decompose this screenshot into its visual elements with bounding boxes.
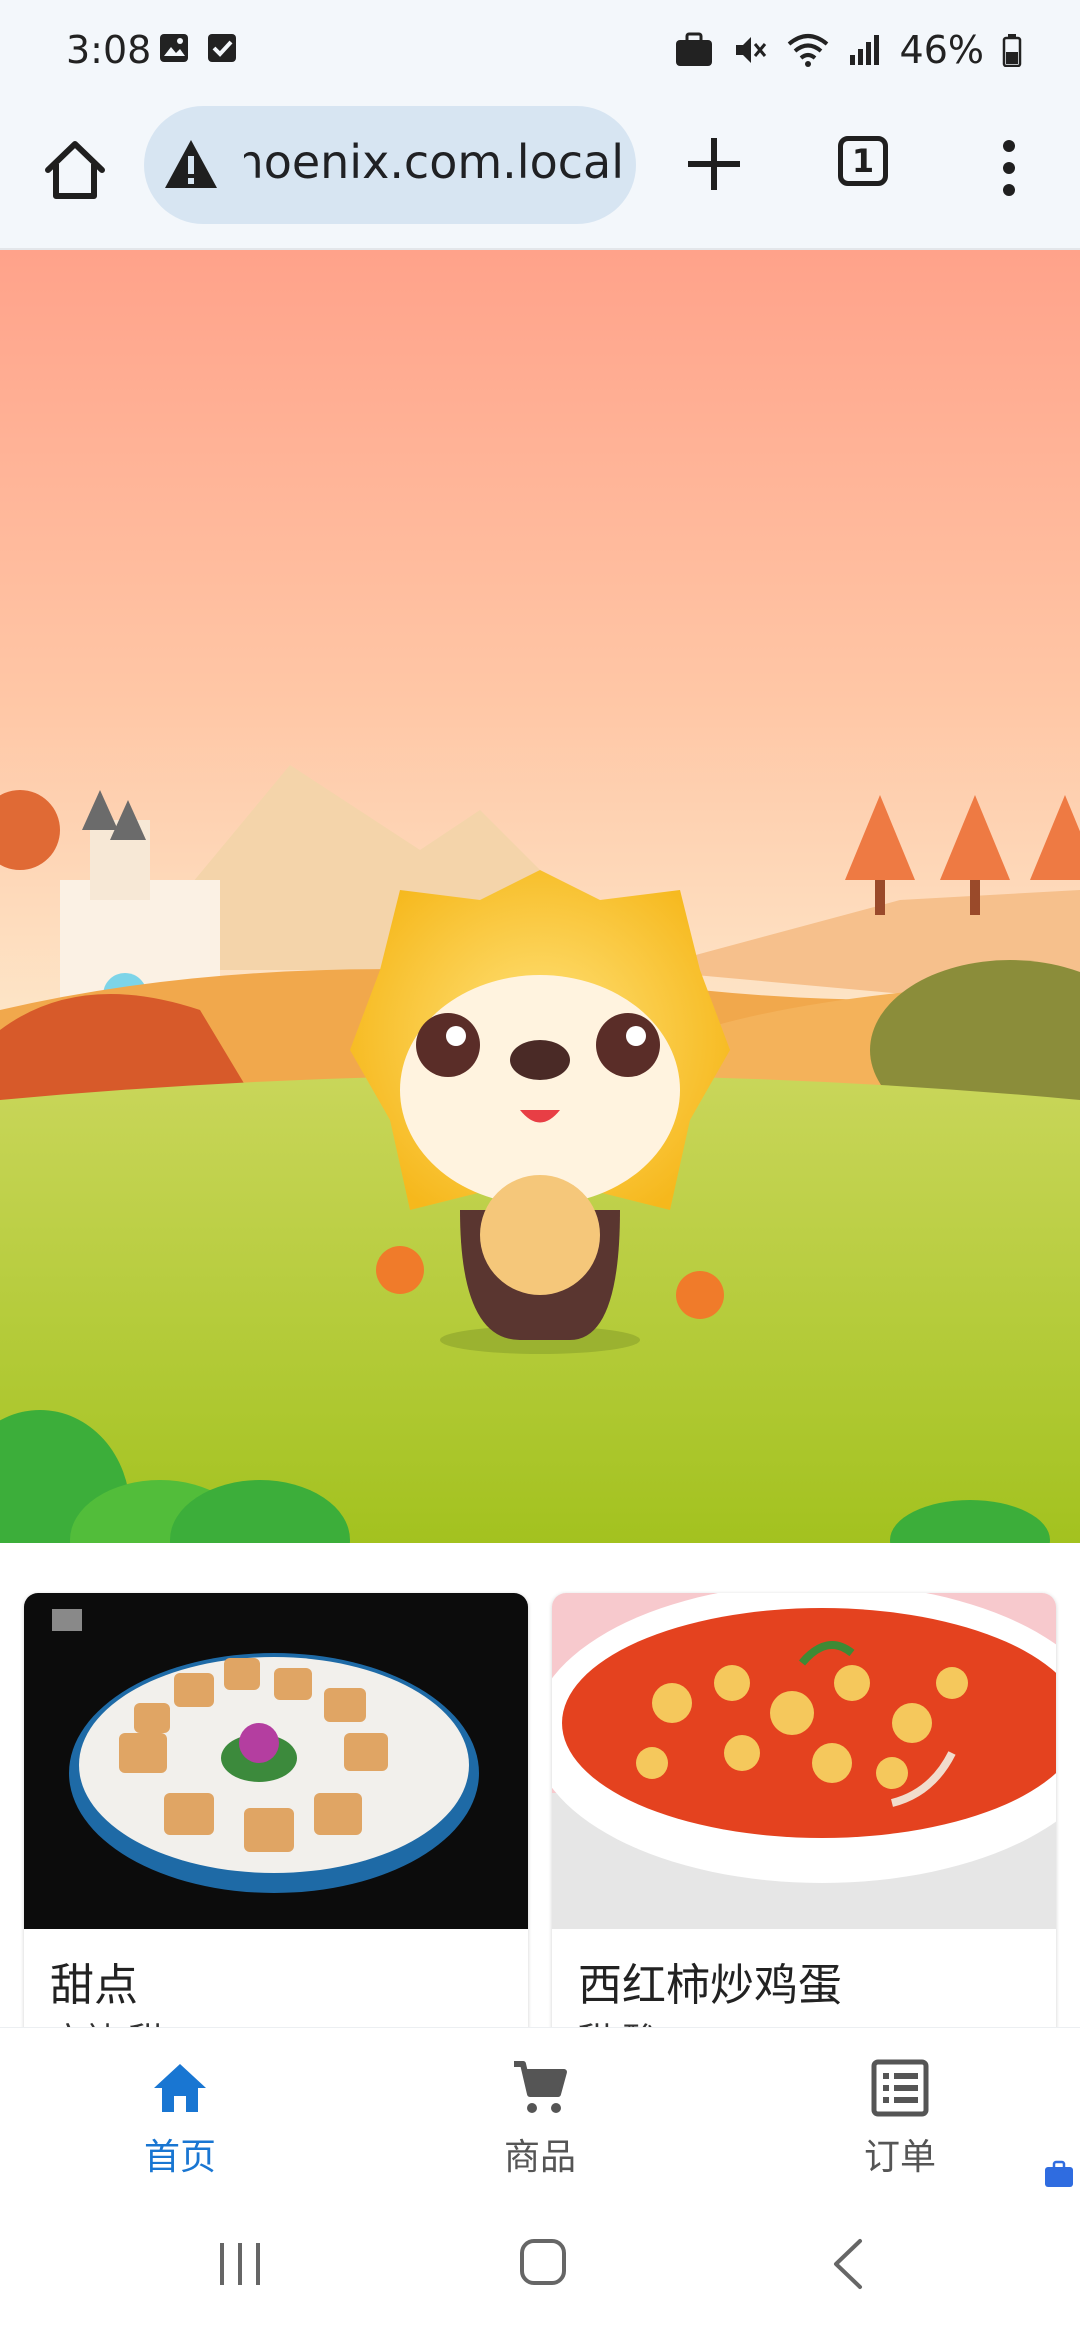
status-time: 3:08 xyxy=(66,28,152,72)
bottom-navigation: 首页 商品 订单 xyxy=(0,2027,1080,2188)
image-icon xyxy=(160,34,188,62)
address-bar[interactable]: phoenix.com.local xyxy=(144,106,636,224)
checkbox-icon xyxy=(208,34,236,62)
home-button[interactable] xyxy=(38,134,112,208)
nav-tab-goods[interactable]: 商品 xyxy=(440,2028,640,2188)
system-navigation-bar xyxy=(0,2187,1080,2340)
status-bar: 3:08 46% xyxy=(0,0,1080,100)
product-card[interactable]: 甜点 麻辣,甜 xyxy=(24,1593,528,2027)
product-title: 甜点 xyxy=(50,1960,138,2011)
wifi-icon xyxy=(787,34,828,67)
back-button[interactable] xyxy=(828,2237,868,2291)
product-subtitle: 麻辣,甜 xyxy=(50,2013,163,2027)
signal-icon xyxy=(849,35,879,65)
home-icon xyxy=(154,2064,206,2112)
warning-icon[interactable] xyxy=(162,136,220,194)
battery-percent: 46% xyxy=(899,28,984,72)
nav-label-orders: 订单 xyxy=(863,2137,936,2178)
nav-tab-orders[interactable]: 订单 xyxy=(800,2028,1000,2188)
product-subtitle: 甜,酸 xyxy=(578,2013,657,2027)
battery-icon xyxy=(1002,34,1022,67)
more-menu-icon[interactable] xyxy=(994,138,1024,198)
briefcase-icon xyxy=(675,32,712,66)
recents-button[interactable] xyxy=(214,2239,266,2289)
browser-toolbar: phoenix.com.local 1 xyxy=(0,100,1080,250)
tab-switcher-button[interactable]: 1 xyxy=(838,136,888,186)
url-text[interactable]: phoenix.com.local xyxy=(244,135,624,189)
list-icon xyxy=(871,2059,929,2117)
product-card[interactable]: 西红柿炒鸡蛋 甜,酸 xyxy=(552,1593,1056,2027)
mute-icon xyxy=(735,37,766,63)
new-tab-button[interactable] xyxy=(684,134,744,194)
hero-banner[interactable] xyxy=(0,250,1080,1543)
product-image xyxy=(552,1593,1056,1929)
hero-illustration xyxy=(0,250,1080,1543)
product-image xyxy=(24,1593,528,1929)
work-profile-icon xyxy=(1045,2160,1073,2187)
system-home-button[interactable] xyxy=(518,2237,568,2287)
product-grid: 甜点 麻辣,甜 西红柿炒鸡蛋 甜,酸 xyxy=(0,1543,1080,2027)
cart-icon xyxy=(514,2061,567,2113)
product-title: 西红柿炒鸡蛋 xyxy=(578,1960,842,2011)
nav-label-home: 首页 xyxy=(143,2137,216,2178)
nav-label-goods: 商品 xyxy=(503,2137,576,2178)
nav-tab-home[interactable]: 首页 xyxy=(80,2028,280,2188)
